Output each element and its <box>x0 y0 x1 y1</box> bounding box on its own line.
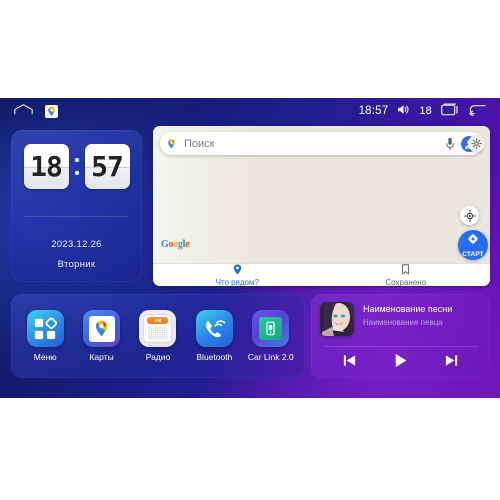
now-playing: Наименование песни Наименование певца <box>320 302 452 336</box>
clock-date: 2023.12.26 <box>51 239 102 250</box>
app-bluetooth[interactable]: Bluetooth <box>188 310 240 362</box>
next-button[interactable] <box>444 353 459 368</box>
clock-widget[interactable]: 18 57 2023.12.26 Вторник <box>11 130 142 282</box>
microphone-icon[interactable] <box>445 137 455 151</box>
start-button-label: СТАРТ <box>462 251 484 258</box>
map-widget[interactable]: Поиск Google СТАРТ Что рядом? Сохранено <box>153 126 490 286</box>
radio-band-label: FM <box>147 317 169 324</box>
clock-colon <box>72 158 82 175</box>
bookmark-icon <box>401 264 410 277</box>
google-logo: Google <box>161 239 190 250</box>
google-maps-icon[interactable] <box>83 310 121 347</box>
fm-radio-icon[interactable]: FM <box>139 310 177 347</box>
volume-level: 18 <box>419 105 432 117</box>
song-title: Наименование песни <box>363 304 453 314</box>
radio-body: FM <box>143 314 173 343</box>
app-label: Радио <box>145 352 171 362</box>
map-tab-label: Что рядом? <box>215 278 259 286</box>
app-maps[interactable]: Карты <box>76 310 128 362</box>
place-pin-icon <box>233 264 242 277</box>
map-tab-label: Сохранено <box>385 278 427 286</box>
app-label: Меню <box>33 352 57 362</box>
maps-tile <box>88 315 115 342</box>
home-icon[interactable] <box>14 102 33 120</box>
status-bar: 18:57 18 <box>0 98 500 124</box>
app-radio[interactable]: FM Радио <box>132 310 184 362</box>
gear-icon[interactable] <box>468 135 485 152</box>
my-location-icon[interactable] <box>460 206 479 225</box>
logo-letter: e <box>185 239 190 250</box>
app-menu[interactable]: Меню <box>19 310 71 362</box>
flip-clock: 18 57 <box>11 144 142 189</box>
bluetooth-phone-icon[interactable] <box>195 310 233 347</box>
music-divider <box>323 346 478 347</box>
car-link-icon[interactable] <box>252 310 290 347</box>
speaker-icon[interactable] <box>397 104 410 118</box>
navigation-diamond-icon <box>467 232 479 250</box>
clock-time: 18:57 <box>358 105 389 117</box>
car-head-unit-screen: 18:57 18 18 57 2023.12.26 Вторник Поиск … <box>0 98 500 398</box>
clock-hours-card: 18 <box>23 144 69 189</box>
status-bar-left <box>0 102 58 120</box>
map-bottom-tabs: Что рядом? Сохранено <box>153 263 490 286</box>
app-dock: Меню Карты FM Радио Bluetooth Car Link 2… <box>11 294 305 378</box>
clock-hours: 18 <box>30 149 63 183</box>
status-bar-right: 18:57 18 <box>359 103 500 119</box>
track-info: Наименование песни Наименование певца <box>363 302 452 327</box>
map-tab-saved[interactable]: Сохранено <box>322 264 491 286</box>
app-label: Карты <box>89 352 114 362</box>
clock-minutes: 57 <box>91 149 124 183</box>
clock-divider <box>25 216 128 217</box>
grid-menu-icon[interactable] <box>26 310 64 347</box>
previous-button[interactable] <box>342 353 357 368</box>
search-input[interactable]: Поиск <box>184 138 445 150</box>
album-artwork <box>320 302 354 336</box>
map-tab-nearby[interactable]: Что рядом? <box>153 264 322 286</box>
app-label: Car Link 2.0 <box>247 352 294 362</box>
clock-weekday: Вторник <box>57 259 96 270</box>
app-label: Bluetooth <box>196 352 233 362</box>
play-button[interactable] <box>392 352 409 369</box>
clock-minutes-card: 57 <box>84 144 130 189</box>
music-player-widget[interactable]: Наименование песни Наименование певца <box>311 294 490 378</box>
google-maps-icon[interactable] <box>45 104 58 118</box>
song-artist: Наименование певца <box>363 318 443 327</box>
recents-icon[interactable] <box>441 103 460 119</box>
map-search-bar[interactable]: Поиск <box>160 132 483 155</box>
map-pin-icon <box>166 137 177 151</box>
back-arrow-icon[interactable] <box>469 103 486 119</box>
music-controls <box>311 352 490 369</box>
radio-speaker-grille <box>148 327 168 339</box>
start-navigation-button[interactable]: СТАРТ <box>458 230 488 260</box>
app-car-link[interactable]: Car Link 2.0 <box>245 310 297 362</box>
car-link-inner <box>259 317 283 340</box>
